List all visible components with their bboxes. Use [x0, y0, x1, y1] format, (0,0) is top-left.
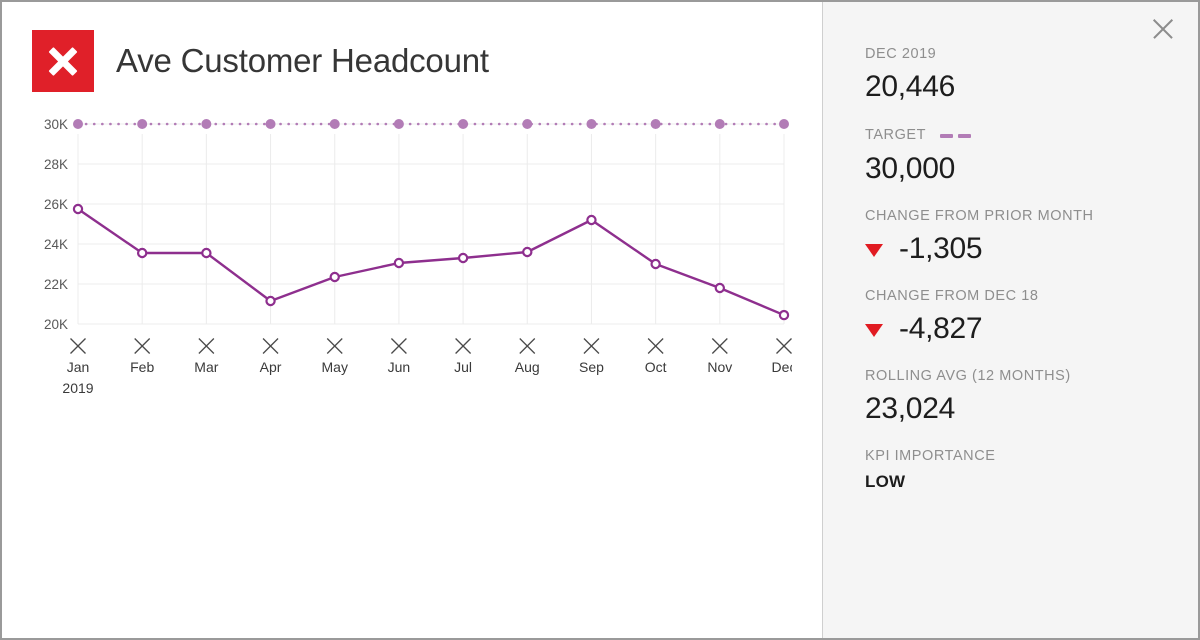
x-axis-tick-label: Jan [67, 359, 90, 375]
stat-value-text: -1,305 [899, 232, 982, 266]
x-marker-icon [391, 339, 406, 354]
x-axis-tick-label: May [322, 359, 348, 375]
y-axis-tick-label: 24K [44, 237, 68, 252]
stat-label: DEC 2019 [865, 47, 936, 62]
x-marker-icon [712, 339, 727, 354]
stat-label: CHANGE FROM PRIOR MONTH [865, 209, 1094, 224]
stat-block: ROLLING AVG (12 MONTHS) 23,024 [865, 368, 1198, 426]
stats-list: DEC 2019 20,446 TARGET 30,000 CHANGE FROM PR… [865, 46, 1198, 492]
x-axis-tick-label: Mar [194, 359, 218, 375]
kpi-card: Ave Customer Headcount 20K 22K 24K 26K 28K 30… [0, 0, 1200, 640]
y-axis-tick-label: 26K [44, 197, 68, 212]
y-axis-tick-label: 28K [44, 157, 68, 172]
stat-block: KPI IMPORTANCE LOW [865, 448, 1198, 492]
x-axis-tick-label: Dec [772, 359, 792, 375]
triangle-down-icon [865, 324, 883, 337]
target-point-marker [458, 119, 468, 129]
data-point-marker[interactable] [74, 205, 82, 213]
target-point-marker [394, 119, 404, 129]
data-point-marker[interactable] [138, 249, 146, 257]
data-point-marker[interactable] [652, 260, 660, 268]
stat-block: DEC 2019 20,446 [865, 46, 1198, 104]
target-point-marker [330, 119, 340, 129]
x-marker-icon [584, 339, 599, 354]
stat-value: -1,305 [865, 232, 1198, 266]
close-icon[interactable] [1148, 14, 1178, 44]
data-point-marker[interactable] [780, 311, 788, 319]
stat-value: 20,446 [865, 70, 1198, 104]
x-marker-icon [648, 339, 663, 354]
x-marker-icon [777, 339, 792, 354]
target-point-marker [201, 119, 211, 129]
stat-block: CHANGE FROM DEC 18 -4,827 [865, 288, 1198, 346]
card-header: Ave Customer Headcount [2, 2, 822, 92]
target-point-marker [651, 119, 661, 129]
stat-value: 30,000 [865, 152, 1198, 186]
x-axis-tick-label: Jun [388, 359, 411, 375]
x-axis-tick-label: Feb [130, 359, 154, 375]
stat-value: LOW [865, 472, 1198, 492]
stat-label: TARGET [865, 128, 926, 143]
x-marker-icon [327, 339, 342, 354]
x-axis-tick-label: Jul [454, 359, 472, 375]
x-axis-tick-label: Apr [260, 359, 282, 375]
x-marker-icon [199, 339, 214, 354]
target-point-marker [137, 119, 147, 129]
stat-block: CHANGE FROM PRIOR MONTH -1,305 [865, 208, 1198, 266]
data-point-marker[interactable] [587, 216, 595, 224]
page-title: Ave Customer Headcount [116, 42, 489, 80]
x-axis-tick-label: Aug [515, 359, 540, 375]
chart-svg: 20K 22K 24K 26K 28K 30K Jan 2019 Feb Mar Apr May Jun… [32, 110, 792, 410]
data-point-marker[interactable] [523, 248, 531, 256]
x-axis-tick-label: Sep [579, 359, 604, 375]
target-legend-dash [940, 126, 976, 142]
triangle-down-icon [865, 244, 883, 257]
x-axis-year-label: 2019 [62, 380, 93, 396]
red-x-badge-icon [32, 30, 94, 92]
y-axis-tick-label: 22K [44, 277, 68, 292]
x-marker-icon [135, 339, 150, 354]
stat-value: 23,024 [865, 392, 1198, 426]
stat-label: KPI IMPORTANCE [865, 449, 995, 464]
data-point-marker[interactable] [716, 284, 724, 292]
stat-value-text: -4,827 [899, 312, 982, 346]
x-axis-tick-label: Oct [645, 359, 667, 375]
x-axis-tick-label: Nov [707, 359, 732, 375]
x-marker-icon [71, 339, 86, 354]
x-marker-icon [456, 339, 471, 354]
target-point-marker [522, 119, 532, 129]
chart-pane: Ave Customer Headcount 20K 22K 24K 26K 28K 30… [2, 2, 822, 638]
target-point-marker [715, 119, 725, 129]
data-point-marker[interactable] [395, 259, 403, 267]
stat-label: ROLLING AVG (12 MONTHS) [865, 369, 1071, 384]
data-point-marker[interactable] [331, 273, 339, 281]
line-chart: 20K 22K 24K 26K 28K 30K Jan 2019 Feb Mar Apr May Jun… [32, 110, 792, 410]
data-point-marker[interactable] [459, 254, 467, 262]
y-axis-tick-label: 30K [44, 117, 68, 132]
stat-value: -4,827 [865, 312, 1198, 346]
target-point-marker [73, 119, 83, 129]
stat-block: TARGET 30,000 [865, 126, 1198, 186]
y-axis-tick-label: 20K [44, 317, 68, 332]
target-point-marker [266, 119, 276, 129]
actual-line [78, 209, 784, 315]
x-marker-icon [520, 339, 535, 354]
target-point-marker [779, 119, 789, 129]
stat-label: CHANGE FROM DEC 18 [865, 289, 1038, 304]
data-point-marker[interactable] [202, 249, 210, 257]
target-point-marker [586, 119, 596, 129]
details-sidebar: DEC 2019 20,446 TARGET 30,000 CHANGE FROM PR… [822, 2, 1198, 638]
x-marker-icon [263, 339, 278, 354]
data-point-marker[interactable] [266, 297, 274, 305]
